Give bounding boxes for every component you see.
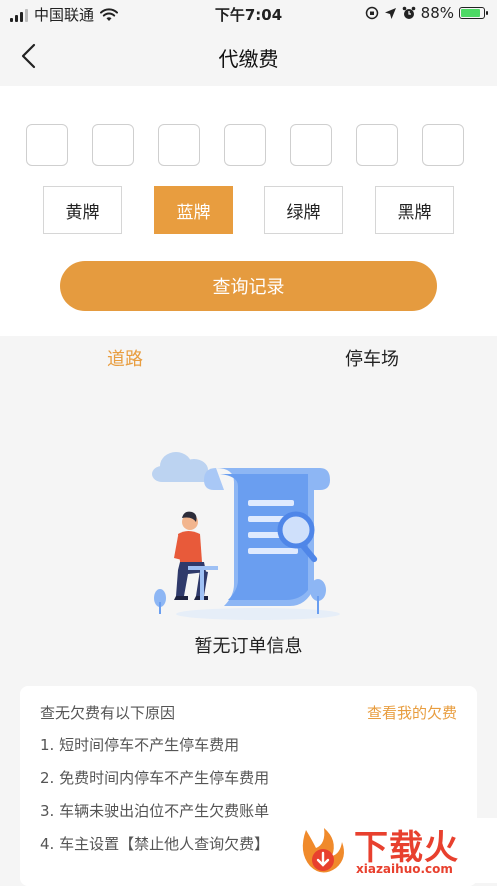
reason-item: 3. 车辆未驶出泊位不产生欠费账单 — [40, 802, 270, 820]
watermark: 下载火 xiazaihuo.com — [290, 818, 497, 883]
battery-icon — [459, 7, 488, 19]
tab-road[interactable]: 道路 — [107, 345, 143, 371]
reason-item: 1. 短时间停车不产生停车费用 — [40, 736, 240, 754]
person-figure — [174, 511, 218, 600]
nav-bar: 代缴费 — [0, 28, 497, 84]
plate-color-selector: 黄牌 蓝牌 绿牌 黑牌 — [43, 186, 455, 234]
plate-color-green-button[interactable]: 绿牌 — [264, 186, 343, 234]
location-icon — [384, 7, 396, 19]
plate-char-input-2[interactable] — [92, 124, 134, 166]
page-title: 代缴费 — [218, 47, 279, 71]
reason-item: 4. 车主设置【禁止他人查询欠费】 — [40, 835, 270, 853]
rotation-lock-icon — [365, 6, 378, 20]
plate-color-black-button[interactable]: 黑牌 — [375, 186, 454, 234]
query-records-button[interactable]: 查询记录 — [60, 261, 437, 311]
plate-char-input-4[interactable] — [224, 124, 266, 166]
plate-char-input-3[interactable] — [158, 124, 200, 166]
reasons-title: 查无欠费有以下原因 — [40, 704, 176, 722]
plate-color-yellow-button[interactable]: 黄牌 — [43, 186, 122, 234]
status-bar: 中国联通 下午7:04 88% — [0, 0, 497, 28]
plate-color-blue-button[interactable]: 蓝牌 — [154, 186, 233, 234]
alarm-icon — [402, 6, 415, 19]
tab-parking-lot[interactable]: 停车场 — [345, 345, 399, 371]
battery-percent: 88% — [420, 4, 454, 22]
plate-char-input-7[interactable] — [422, 124, 464, 166]
empty-state-text: 暂无订单信息 — [194, 636, 303, 657]
plate-char-input-6[interactable] — [356, 124, 398, 166]
plate-number-inputs — [26, 124, 464, 166]
plate-input-card: 黄牌 蓝牌 绿牌 黑牌 查询记录 — [0, 86, 497, 336]
cloud-icon — [152, 452, 210, 482]
watermark-url: xiazaihuo.com — [356, 862, 453, 876]
empty-orders-illustration — [152, 452, 340, 620]
flame-logo-icon — [302, 828, 344, 873]
plate-char-input-1[interactable] — [26, 124, 68, 166]
view-my-arrears-link[interactable]: 查看我的欠费 — [367, 702, 457, 723]
plate-char-input-5[interactable] — [290, 124, 332, 166]
reason-item: 2. 免费时间内停车不产生停车费用 — [40, 769, 270, 787]
